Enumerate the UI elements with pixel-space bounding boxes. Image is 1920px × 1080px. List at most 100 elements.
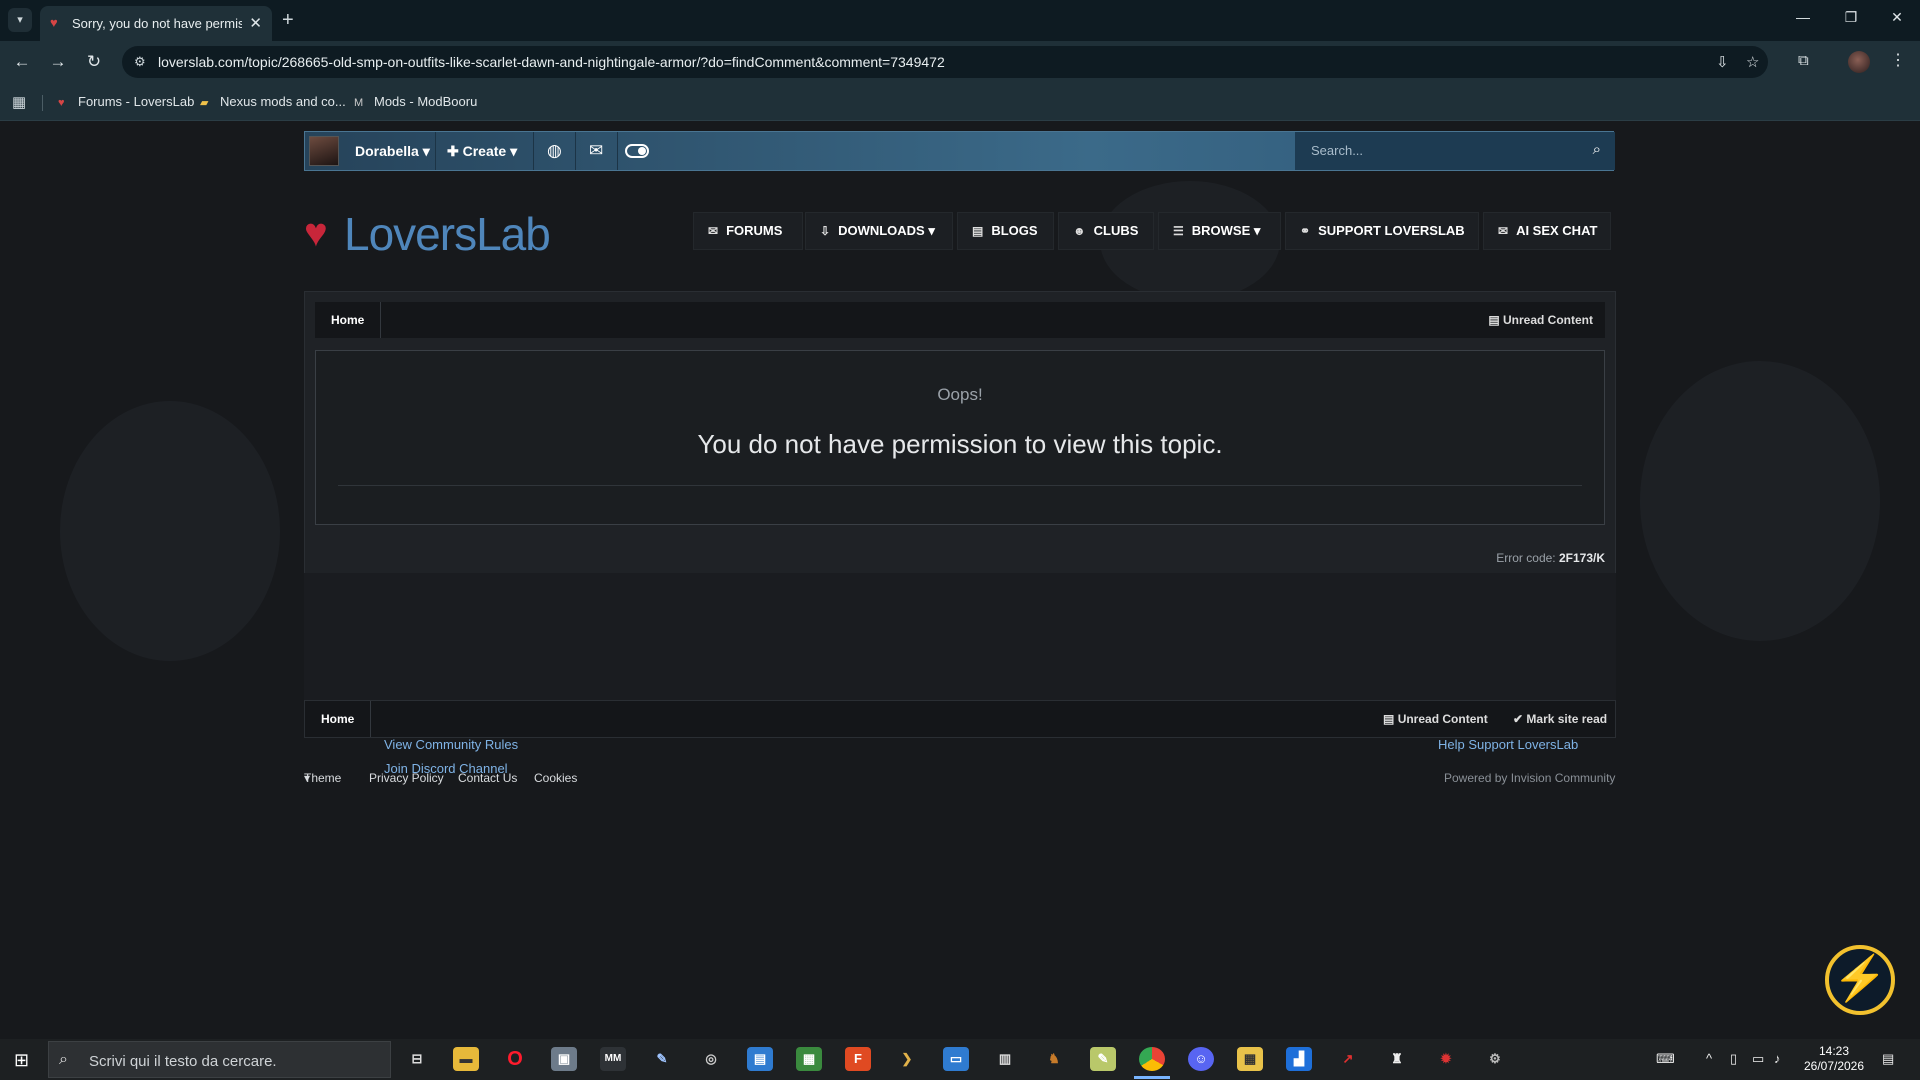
minimize-button[interactable]: — (1780, 9, 1826, 25)
discord-icon[interactable]: ☺ (1188, 1047, 1214, 1071)
bookmark-nexus[interactable]: ▰ Nexus mods and co... (200, 94, 346, 109)
unread-icon: ▤ (1488, 313, 1500, 327)
taskbar-clock[interactable]: 14:23 26/07/2026 (1800, 1044, 1868, 1074)
volume-icon[interactable]: ♪ (1774, 1051, 1781, 1066)
app-icon[interactable]: ↗ (1335, 1047, 1361, 1071)
nav-downloads[interactable]: ⇩ DOWNLOADS ▾ (805, 212, 953, 250)
app-icon[interactable]: ▤ (747, 1047, 773, 1071)
app-icon[interactable]: ◎ (698, 1047, 724, 1071)
file-explorer-icon[interactable]: ▬ (453, 1047, 479, 1071)
keyboard-icon[interactable]: ⌨ (1656, 1051, 1675, 1067)
close-window-button[interactable]: ✕ (1874, 9, 1920, 26)
background-decoration (60, 401, 280, 661)
powered-by-link[interactable]: Powered by Invision Community (1444, 771, 1615, 785)
restore-button[interactable]: ❐ (1828, 9, 1874, 26)
app-icon[interactable]: ▦ (1237, 1047, 1263, 1071)
nav-blogs[interactable]: ▤ BLOGS (957, 212, 1054, 250)
app-icon[interactable]: ✹ (1433, 1047, 1459, 1071)
messages-icon[interactable]: ✉ (589, 141, 603, 161)
unread-label: Unread Content (1503, 313, 1593, 327)
book-icon: ▤ (972, 224, 984, 238)
install-app-icon[interactable]: ⇩ (1716, 53, 1729, 71)
privacy-policy-link[interactable]: Privacy Policy (369, 771, 444, 785)
notifications-icon[interactable]: ▤ (1882, 1051, 1894, 1067)
app-icon[interactable]: ▥ (992, 1047, 1018, 1071)
new-tab-button[interactable]: + (282, 9, 294, 32)
opera-icon[interactable]: O (502, 1047, 528, 1071)
app-icon[interactable]: ♞ (1041, 1047, 1067, 1071)
apps-grid-icon[interactable]: ▦ (12, 93, 26, 111)
error-code-value: 2F173/K (1558, 551, 1605, 565)
app-icon[interactable]: ⚙ (1482, 1047, 1508, 1071)
unread-label: Unread Content (1397, 712, 1488, 726)
nav-support[interactable]: ⚭ SUPPORT LOVERSLAB (1285, 212, 1479, 250)
app-icon[interactable]: ▟ (1286, 1047, 1312, 1071)
search-icon: ⌕ (59, 1051, 68, 1068)
breadcrumb-home[interactable]: Home (305, 701, 372, 737)
mark-read-label: Mark site read (1526, 712, 1608, 726)
bookmark-loverslab[interactable]: ♥ Forums - LoversLab (58, 94, 194, 109)
app-icon[interactable]: ✎ (1090, 1047, 1116, 1071)
support-link[interactable]: Help Support LoversLab (1438, 737, 1578, 752)
nav-browse[interactable]: ☰ BROWSE ▾ (1158, 212, 1281, 250)
search-input[interactable]: Search... ⌕ (1295, 132, 1615, 170)
bookmark-label: Nexus mods and co... (220, 94, 346, 109)
unread-content-link[interactable]: ▤ Unread Content (1488, 313, 1593, 327)
notepad-icon[interactable]: ▦ (796, 1047, 822, 1071)
extensions-icon[interactable]: ⧉ (1798, 52, 1809, 69)
app-icon[interactable]: ❯ (894, 1047, 920, 1071)
loverslab-favicon-icon: ♥ (50, 15, 58, 30)
nav-clubs[interactable]: ☻ CLUBS (1058, 212, 1154, 250)
app-icon[interactable]: ▭ (943, 1047, 969, 1071)
contact-us-link[interactable]: Contact Us (458, 771, 517, 785)
bookmark-modbooru[interactable]: M Mods - ModBooru (354, 94, 477, 109)
unread-content-link[interactable]: ▤ Unread Content (1383, 712, 1488, 726)
task-view-icon[interactable]: ⊟ (404, 1047, 430, 1071)
lightning-action-button[interactable]: ⚡ (1825, 945, 1895, 1015)
cookies-link[interactable]: Cookies (534, 771, 577, 785)
error-code: Error code: 2F173/K (1496, 551, 1605, 565)
bookmark-star-icon[interactable]: ☆ (1746, 53, 1759, 71)
app-f-icon[interactable]: F (845, 1047, 871, 1071)
footer-links: View Community Rules Join Discord Channe… (304, 573, 1616, 776)
forward-icon[interactable]: → (46, 52, 70, 72)
network-icon[interactable]: ▭ (1752, 1051, 1764, 1067)
taskbar-search-input[interactable]: ⌕ Scrivi qui il testo da cercare. (48, 1041, 391, 1078)
search-icon[interactable]: ⌕ (1593, 141, 1601, 158)
show-hidden-icons[interactable]: ^ (1706, 1051, 1712, 1066)
nav-ai-sex-chat[interactable]: ✉ AI SEX CHAT (1483, 212, 1611, 250)
nav-label: BLOGS (991, 223, 1038, 238)
url-text[interactable]: loverslab.com/topic/268665-old-smp-on-ou… (158, 54, 945, 70)
bottom-breadcrumb: Home ▤ Unread Content ✔ Mark site read (304, 700, 1616, 738)
theme-label: Theme (304, 771, 342, 785)
tab-search-button[interactable]: ▾ (8, 8, 32, 32)
chrome-icon[interactable] (1139, 1047, 1165, 1071)
breadcrumb-home[interactable]: Home (315, 302, 382, 338)
search-placeholder: Search... (1311, 143, 1364, 158)
reload-icon[interactable]: ↻ (82, 52, 106, 72)
error-code-label: Error code: (1496, 551, 1556, 565)
create-menu[interactable]: ✚ Create ▾ (447, 143, 517, 160)
tray-icon[interactable]: ▯ (1730, 1051, 1737, 1067)
user-menu[interactable]: Dorabella ▾ (355, 143, 430, 160)
community-rules-link[interactable]: View Community Rules (384, 737, 518, 752)
nav-label: BROWSE (1191, 223, 1251, 238)
address-bar[interactable]: ⚙ loverslab.com/topic/268665-old-smp-on-… (122, 46, 1768, 78)
theme-selector[interactable]: Theme ▾ (304, 771, 341, 785)
profile-avatar[interactable] (1848, 51, 1870, 73)
app-icon[interactable]: ▣ (551, 1047, 577, 1071)
user-avatar[interactable] (309, 136, 339, 166)
theme-toggle-icon[interactable] (625, 144, 649, 158)
browser-tab-active[interactable]: ♥ Sorry, you do not have permission ✕ (40, 6, 272, 41)
nav-forums[interactable]: ✉ FORUMS (693, 212, 803, 250)
feather-icon[interactable]: ✎ (649, 1047, 675, 1071)
app-icon[interactable]: ♜ (1384, 1047, 1410, 1071)
close-tab-icon[interactable]: ✕ (249, 14, 262, 32)
mark-site-read-link[interactable]: ✔ Mark site read (1513, 712, 1607, 726)
site-info-icon[interactable]: ⚙ (134, 54, 146, 70)
windows-start-icon[interactable]: ⊞ (14, 1050, 29, 1071)
mo2-icon[interactable]: MM (600, 1047, 626, 1071)
browser-menu-icon[interactable]: ⋮ (1890, 50, 1906, 70)
globe-icon[interactable]: ◍ (547, 141, 562, 161)
back-icon[interactable]: ← (10, 52, 34, 72)
